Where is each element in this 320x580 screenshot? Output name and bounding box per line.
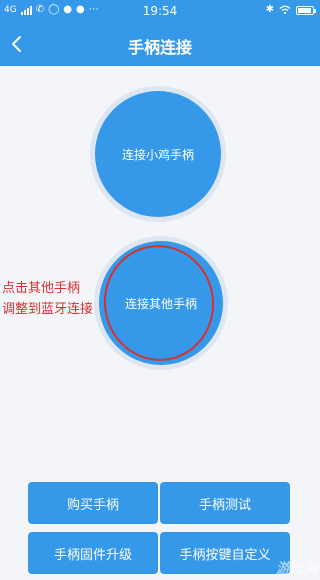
header-bar: 手柄连接 <box>0 22 320 66</box>
buy-controller-label: 购买手柄 <box>66 497 119 513</box>
status-bar: 4G ✆ ◯ ● ● ⋯ 19:54 ✱ <box>0 0 320 22</box>
connect-xiaoji-button[interactable]: 连接小鸡手柄 <box>95 91 221 217</box>
bluetooth-icon: ✱ <box>265 4 274 15</box>
firmware-upgrade-button[interactable]: 手柄固件升级 <box>28 532 158 574</box>
wifi-icon <box>279 5 291 15</box>
connect-other-label: 连接其他手柄 <box>124 296 197 311</box>
firmware-upgrade-label: 手柄固件升级 <box>53 547 132 563</box>
watermark-logo: 游戏狗 <box>276 561 318 577</box>
status-right: ✱ <box>265 4 316 16</box>
connect-other-button[interactable]: 连接其他手柄 <box>99 241 223 365</box>
custom-keys-label: 手柄按键自定义 <box>179 547 271 563</box>
connect-other-ring: 连接其他手柄 <box>94 236 228 370</box>
controller-test-label: 手柄测试 <box>198 497 251 513</box>
battery-icon <box>296 5 316 15</box>
page-title: 手柄连接 <box>127 38 192 57</box>
annotation-line-2: 调整到蓝牙连接 <box>2 302 94 317</box>
connect-xiaoji-label: 连接小鸡手柄 <box>121 147 194 162</box>
buy-controller-button[interactable]: 购买手柄 <box>28 482 158 524</box>
custom-keys-button[interactable]: 手柄按键自定义 <box>160 532 290 574</box>
controller-test-button[interactable]: 手柄测试 <box>160 482 290 524</box>
annotation-line-1: 点击其他手柄 <box>2 281 81 296</box>
connect-xiaoji-ring: 连接小鸡手柄 <box>90 86 226 222</box>
